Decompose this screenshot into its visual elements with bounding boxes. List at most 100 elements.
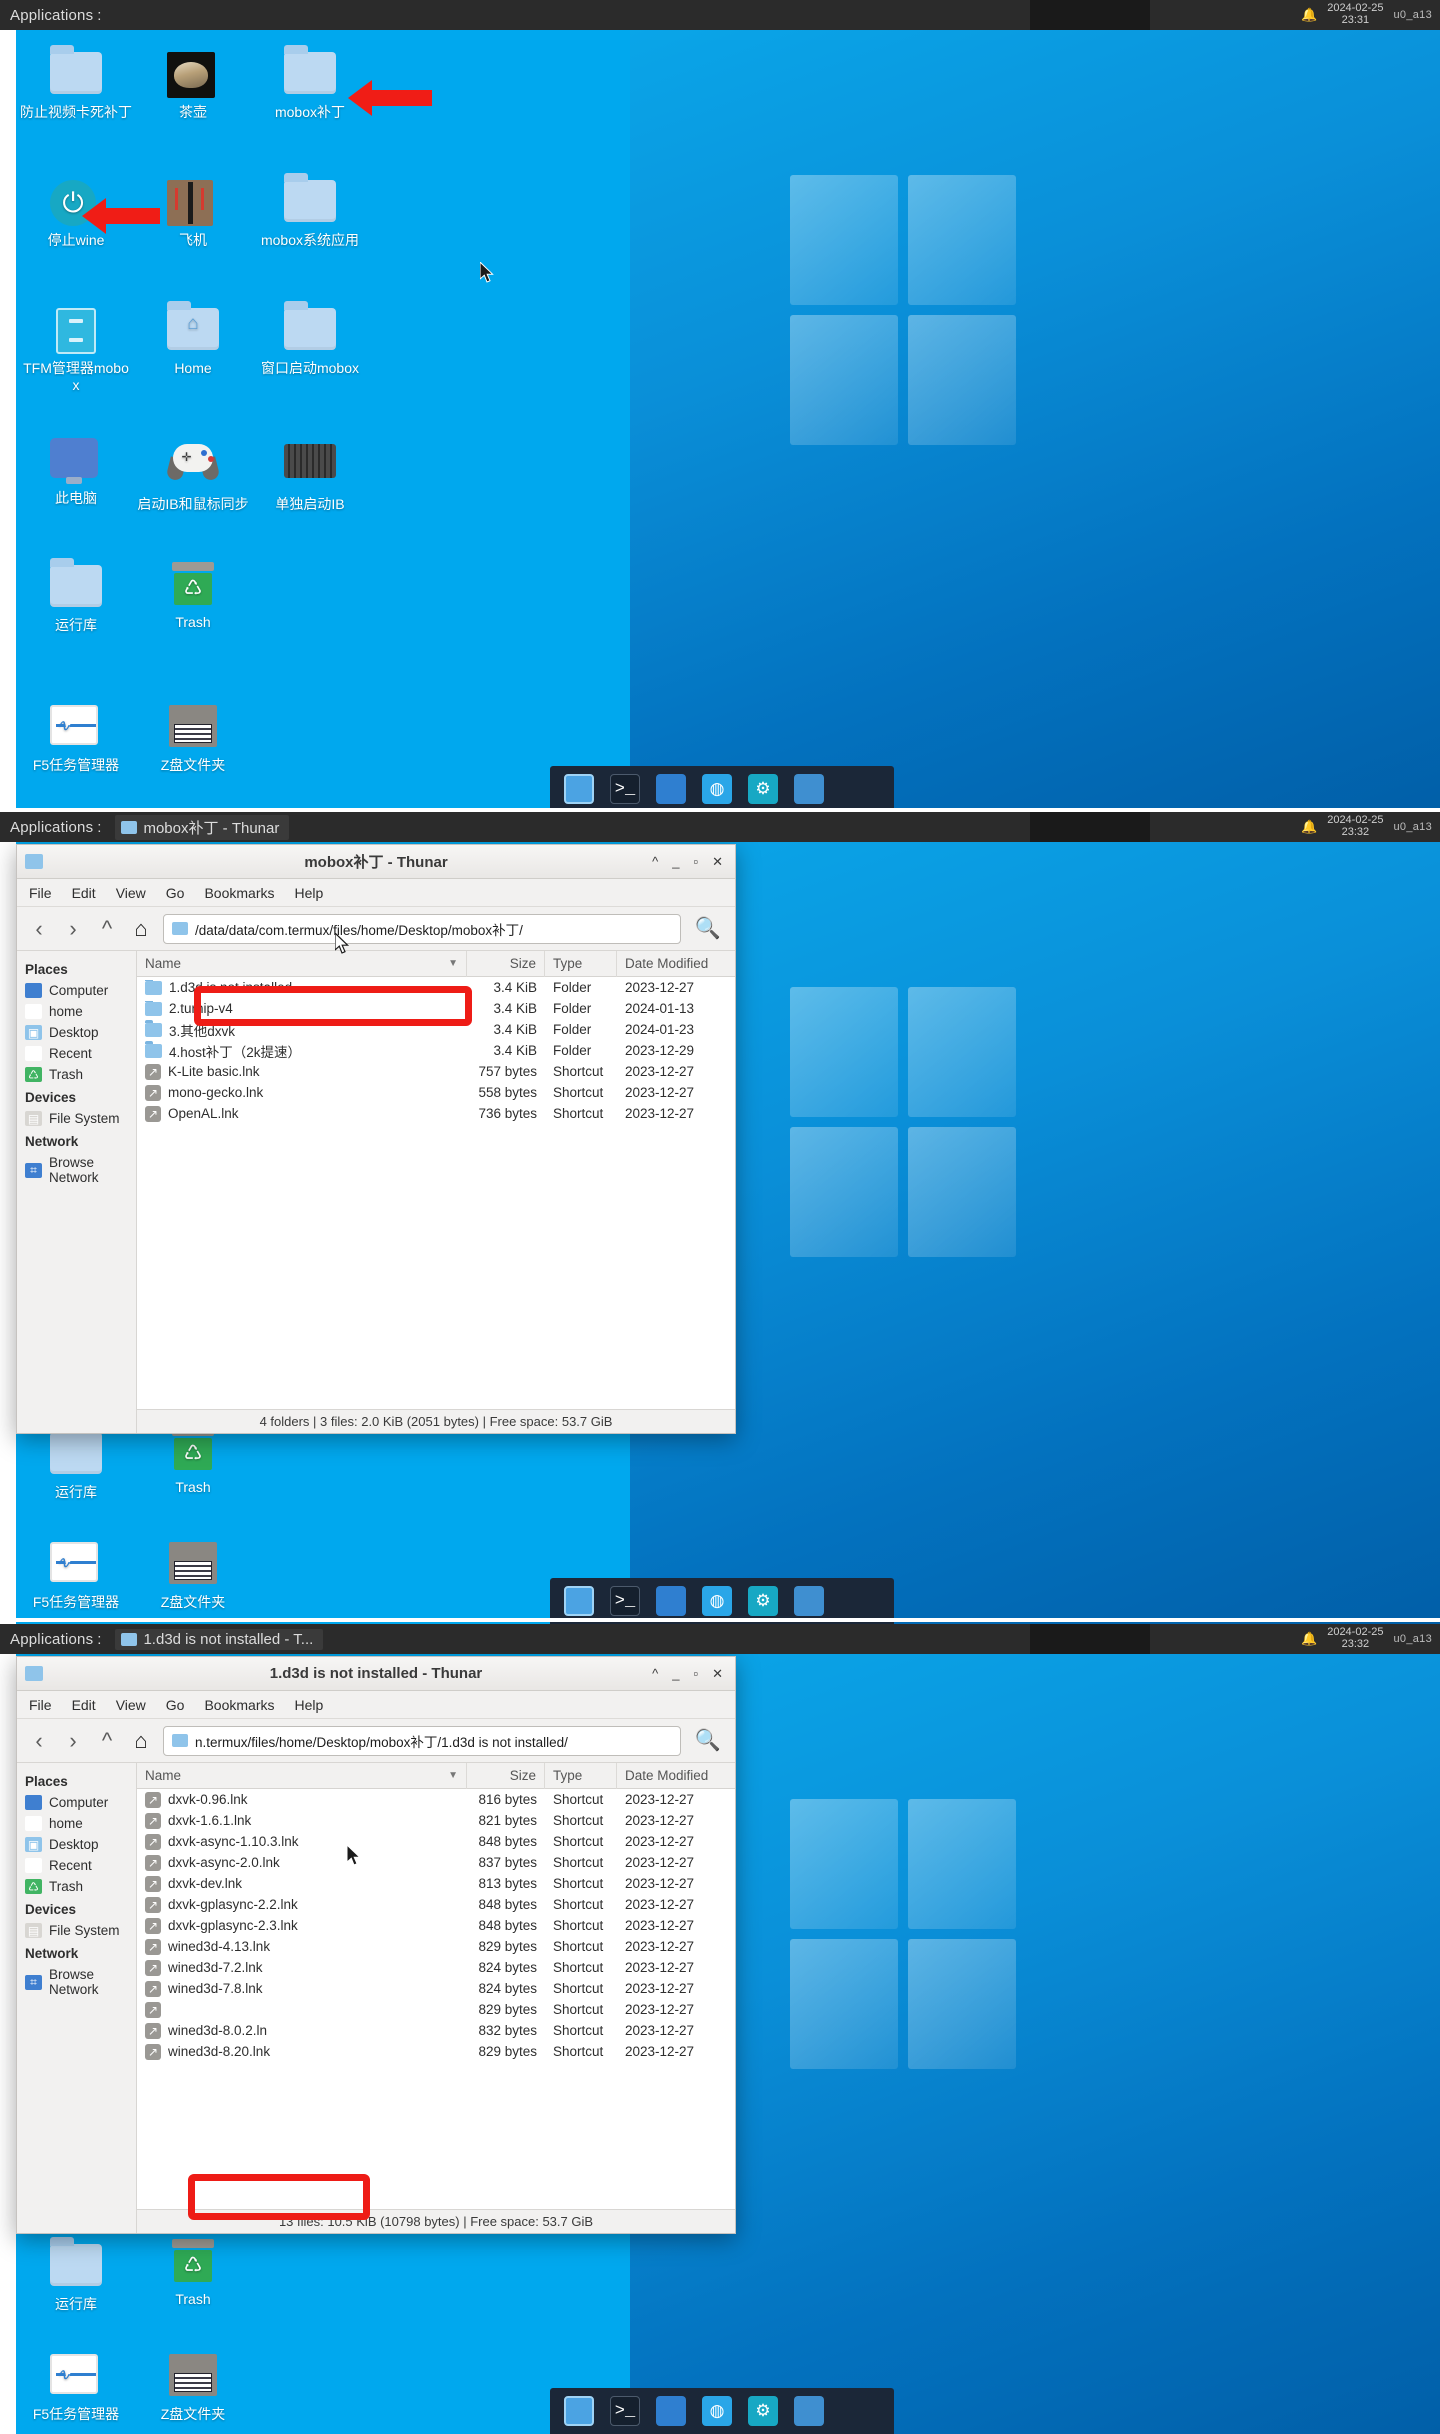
- column-headers[interactable]: Name▼ Size Type Date Modified: [137, 951, 735, 977]
- desktop-icon-launch-ib-alone[interactable]: 单独启动IB: [254, 438, 366, 513]
- back-icon[interactable]: ‹: [27, 916, 51, 942]
- close-button[interactable]: ✕: [712, 1666, 723, 1682]
- window-titlebar[interactable]: 1.d3d is not installed - Thunar ^ _ ▫ ✕: [17, 1657, 735, 1691]
- desktop-icon-z-drive-folder[interactable]: Z盘文件夹: [137, 1542, 249, 1611]
- maximize-button[interactable]: ▫: [693, 1666, 698, 1682]
- xfce-top-panel[interactable]: Applications : 1.d3d is not installed - …: [0, 1624, 1440, 1654]
- desktop-icon-runtime-lib[interactable]: 运行库: [20, 1432, 132, 1501]
- column-header-size[interactable]: Size: [467, 1763, 545, 1789]
- file-rows[interactable]: 1.d3d is not installed3.4 KiBFolder2023-…: [137, 977, 735, 1409]
- taskbar-button-thunar[interactable]: mobox补丁 - Thunar: [115, 815, 289, 840]
- desktop-icon-f5-task-manager[interactable]: ∿ F5任务管理器: [20, 705, 132, 774]
- applications-menu[interactable]: Applications: [0, 1631, 93, 1648]
- table-row[interactable]: ↗OpenAL.lnk736 bytesShortcut2023-12-27: [137, 1103, 735, 1124]
- sidebar[interactable]: Places Computer ⌂home ▣Desktop ◷Recent ♺…: [17, 1763, 137, 2233]
- table-row[interactable]: ↗wined3d-7.8.lnk824 bytesShortcut2023-12…: [137, 1978, 735, 1999]
- menu-bookmarks[interactable]: Bookmarks: [204, 1697, 274, 1713]
- menu-view[interactable]: View: [116, 885, 146, 901]
- browser-icon[interactable]: ◍: [702, 2396, 732, 2426]
- menu-edit[interactable]: Edit: [72, 1697, 96, 1713]
- menu-bookmarks[interactable]: Bookmarks: [204, 885, 274, 901]
- menu-edit[interactable]: Edit: [72, 885, 96, 901]
- column-headers[interactable]: Name▼ Size Type Date Modified: [137, 1763, 735, 1789]
- table-row[interactable]: ↗wined3d-8.20.lnk829 bytesShortcut2023-1…: [137, 2041, 735, 2062]
- desktop-icon-window-launch-mobox[interactable]: 窗口启动mobox: [254, 308, 366, 377]
- sidebar-item-home[interactable]: ⌂home: [17, 1001, 136, 1022]
- table-row[interactable]: 4.host补丁（2k提速）3.4 KiBFolder2023-12-29: [137, 1040, 735, 1061]
- menubar[interactable]: File Edit View Go Bookmarks Help: [17, 879, 735, 907]
- sidebar-item-file-system[interactable]: ▤File System: [17, 1920, 136, 1941]
- blue-app-icon[interactable]: [656, 1586, 686, 1616]
- desktop-icon-runtime-lib[interactable]: 运行库: [20, 2244, 132, 2313]
- terminal-icon[interactable]: >_: [610, 2396, 640, 2426]
- desktop-icon-home[interactable]: Home: [137, 308, 249, 377]
- user-label[interactable]: u0_a13: [1393, 9, 1432, 21]
- terminal-icon[interactable]: >_: [610, 774, 640, 804]
- desktop-icon-teapot[interactable]: 茶壶: [137, 52, 249, 121]
- thunar-window-mobox-patch[interactable]: mobox补丁 - Thunar ^ _ ▫ ✕ File Edit View …: [16, 844, 736, 1434]
- table-row[interactable]: ↗dxvk-async-2.0.lnk837 bytesShortcut2023…: [137, 1852, 735, 1873]
- sidebar[interactable]: Places Computer ⌂home ▣Desktop ◷Recent ♺…: [17, 951, 137, 1433]
- files-icon[interactable]: [564, 1586, 594, 1616]
- browser-icon[interactable]: ◍: [702, 1586, 732, 1616]
- desktop-icon-trash[interactable]: ♺ Trash: [137, 1427, 249, 1496]
- table-row[interactable]: ↗dxvk-dev.lnk813 bytesShortcut2023-12-27: [137, 1873, 735, 1894]
- panel-tray[interactable]: 🔔 2024-02-25 23:32 u0_a13: [1301, 1624, 1440, 1654]
- file-list[interactable]: Name▼ Size Type Date Modified ↗dxvk-0.96…: [137, 1763, 735, 2233]
- table-row[interactable]: 3.其他dxvk3.4 KiBFolder2024-01-23: [137, 1019, 735, 1040]
- table-row[interactable]: ↗829 bytesShortcut2023-12-27: [137, 1999, 735, 2020]
- notification-bell-icon[interactable]: 🔔: [1301, 1631, 1317, 1647]
- table-row[interactable]: 1.d3d is not installed3.4 KiBFolder2023-…: [137, 977, 735, 998]
- column-header-date[interactable]: Date Modified: [617, 951, 735, 977]
- folder-icon[interactable]: [794, 2396, 824, 2426]
- clock[interactable]: 2024-02-25 23:32: [1327, 815, 1383, 838]
- column-header-type[interactable]: Type: [545, 951, 617, 977]
- sidebar-item-desktop[interactable]: ▣Desktop: [17, 1022, 136, 1043]
- sidebar-item-trash[interactable]: ♺Trash: [17, 1876, 136, 1897]
- terminal-icon[interactable]: >_: [610, 1586, 640, 1616]
- clock[interactable]: 2024-02-25 23:31: [1327, 3, 1383, 26]
- sidebar-item-recent[interactable]: ◷Recent: [17, 1043, 136, 1064]
- desktop-icon-runtime-lib[interactable]: 运行库: [20, 565, 132, 634]
- desktop-area[interactable]: 运行库 ♺ Trash ∿ F5任务管理器 Z盘文件夹 >_ ◍ ⚙ 1.d3d…: [0, 1654, 1440, 2434]
- table-row[interactable]: ↗dxvk-gplasync-2.2.lnk848 bytesShortcut2…: [137, 1894, 735, 1915]
- table-row[interactable]: ↗dxvk-gplasync-2.3.lnk848 bytesShortcut2…: [137, 1915, 735, 1936]
- toolbar[interactable]: ‹ › ^ ⌂ /data/data/com.termux/files/home…: [17, 907, 735, 951]
- taskbar-button-thunar[interactable]: 1.d3d is not installed - T...: [115, 1629, 323, 1650]
- column-header-size[interactable]: Size: [467, 951, 545, 977]
- window-titlebar[interactable]: mobox补丁 - Thunar ^ _ ▫ ✕: [17, 845, 735, 879]
- sidebar-item-browse-network[interactable]: ⌗Browse Network: [17, 1964, 136, 2000]
- sidebar-item-file-system[interactable]: ▤File System: [17, 1108, 136, 1129]
- maximize-button[interactable]: ▫: [693, 854, 698, 870]
- panel-tray[interactable]: 🔔 2024-02-25 23:31 u0_a13: [1301, 0, 1440, 30]
- applications-menu[interactable]: Applications: [0, 819, 93, 836]
- dock[interactable]: >_ ◍ ⚙: [550, 2388, 894, 2434]
- table-row[interactable]: ↗dxvk-1.6.1.lnk821 bytesShortcut2023-12-…: [137, 1810, 735, 1831]
- desktop-icon-launch-ib-mouse-sync[interactable]: ✛ 启动IB和鼠标同步: [137, 438, 249, 513]
- files-icon[interactable]: [564, 774, 594, 804]
- folder-icon[interactable]: [794, 1586, 824, 1616]
- desktop-icon-z-drive-folder[interactable]: Z盘文件夹: [137, 2354, 249, 2423]
- settings-gear-icon[interactable]: ⚙: [748, 2396, 778, 2426]
- desktop-icon-tfm-manager[interactable]: TFM管理器mobox: [20, 308, 132, 394]
- panel-tray[interactable]: 🔔 2024-02-25 23:32 u0_a13: [1301, 812, 1440, 842]
- forward-icon[interactable]: ›: [61, 916, 85, 942]
- table-row[interactable]: ↗wined3d-8.0.2.ln832 bytesShortcut2023-1…: [137, 2020, 735, 2041]
- thunar-window-d3d-not-installed[interactable]: 1.d3d is not installed - Thunar ^ _ ▫ ✕ …: [16, 1656, 736, 2234]
- sidebar-item-browse-network[interactable]: ⌗Browse Network: [17, 1152, 136, 1188]
- clock[interactable]: 2024-02-25 23:32: [1327, 1627, 1383, 1650]
- menu-go[interactable]: Go: [166, 885, 185, 901]
- column-header-name[interactable]: Name▼: [137, 951, 467, 977]
- desktop-area[interactable]: 防止视频卡死补丁 茶壶 mobox补丁 ⏻ 停止wine 飞机 mobox系统应…: [0, 30, 1440, 812]
- menu-help[interactable]: Help: [295, 1697, 324, 1713]
- search-icon[interactable]: 🔍: [691, 1729, 725, 1753]
- desktop-icon-z-drive-folder[interactable]: Z盘文件夹: [137, 705, 249, 774]
- table-row[interactable]: ↗mono-gecko.lnk558 bytesShortcut2023-12-…: [137, 1082, 735, 1103]
- sidebar-item-computer[interactable]: Computer: [17, 1792, 136, 1813]
- minimize-button[interactable]: _: [672, 1666, 679, 1682]
- user-label[interactable]: u0_a13: [1393, 821, 1432, 833]
- column-header-type[interactable]: Type: [545, 1763, 617, 1789]
- home-icon[interactable]: ⌂: [129, 1728, 153, 1754]
- xfce-top-panel[interactable]: Applications : mobox补丁 - Thunar 🔔 2024-0…: [0, 812, 1440, 842]
- desktop-icon-mobox-system-app[interactable]: mobox系统应用: [254, 180, 366, 249]
